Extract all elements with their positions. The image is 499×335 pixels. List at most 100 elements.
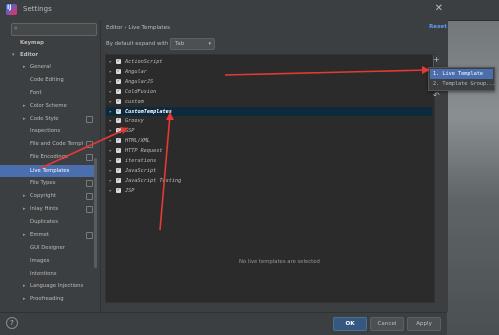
menu-item-template-group[interactable]: 2. Template Group... — [430, 79, 496, 89]
template-group-checkbox[interactable]: ✓ — [116, 98, 121, 104]
chevron-right-icon[interactable]: ▸ — [109, 107, 112, 117]
template-group-label: AngularJS — [125, 78, 154, 85]
template-group-checkbox[interactable]: ✓ — [116, 88, 121, 94]
template-group-checkbox[interactable]: ✓ — [116, 167, 121, 173]
menu-item-label: 1. Live Template — [433, 71, 483, 77]
cancel-button[interactable]: Cancel — [370, 317, 404, 331]
chevron-right-icon[interactable]: ▸ — [109, 176, 112, 186]
template-group-checkbox[interactable]: ✓ — [116, 187, 121, 193]
chevron-right-icon[interactable]: ▸ — [23, 229, 26, 241]
chevron-right-icon[interactable]: ▸ — [23, 280, 26, 292]
sidebar-item-label: Inspections — [30, 128, 61, 134]
template-group-label: Groovy — [125, 118, 144, 125]
template-group-row[interactable]: ▸ ✓ HTML/XML — [106, 136, 432, 146]
sidebar-item[interactable]: File Encodings — [0, 151, 95, 163]
expand-with-label: By default expand with — [106, 41, 169, 47]
chevron-right-icon[interactable]: ▸ — [109, 186, 112, 196]
chevron-right-icon[interactable]: ▸ — [109, 136, 112, 146]
chevron-right-icon[interactable]: ▸ — [109, 156, 112, 166]
template-group-checkbox[interactable]: ✓ — [116, 128, 121, 134]
template-group-row[interactable]: ▸ ✓ HTTP Request — [106, 146, 432, 156]
sidebar-item[interactable]: Font — [0, 87, 95, 99]
sidebar-item[interactable]: ▾ Editor — [0, 49, 95, 61]
settings-search-input[interactable]: ⌕ — [11, 23, 97, 36]
template-group-row[interactable]: ▸ ✓ JavaScript — [106, 166, 432, 176]
template-group-checkbox[interactable]: ✓ — [116, 177, 121, 183]
sidebar-item[interactable]: ▸ Emmet — [0, 229, 95, 241]
template-group-row[interactable]: ▸ ✓ GSP — [106, 126, 432, 136]
sidebar-item[interactable]: Code Editing — [0, 74, 95, 86]
sidebar-item-label: Images — [30, 258, 50, 264]
template-group-checkbox[interactable]: ✓ — [116, 78, 121, 84]
settings-window: Settings ✕ ⌕ Keymap ▾ Editor ▸ General Code E… — [0, 0, 499, 335]
template-group-checkbox[interactable]: ✓ — [116, 148, 121, 154]
sidebar-scrollbar[interactable] — [94, 158, 97, 268]
chevron-right-icon[interactable]: ▸ — [23, 293, 26, 305]
sidebar-item[interactable]: ▸ Code Style — [0, 113, 95, 125]
sidebar-item-label: Language Injections — [30, 283, 84, 289]
empty-message: No live templates are selected — [239, 259, 320, 265]
template-group-checkbox[interactable]: ✓ — [116, 158, 121, 163]
chevron-right-icon[interactable]: ▸ — [23, 113, 26, 125]
chevron-right-icon[interactable]: ▸ — [109, 166, 112, 176]
sidebar-item[interactable]: ▸ Inlay Hints — [0, 203, 95, 215]
sidebar-item[interactable]: ▸ Color Scheme — [0, 100, 95, 112]
template-group-row[interactable]: ▸ ✓ iterations — [106, 156, 432, 166]
chevron-down-icon: ▾ — [208, 41, 211, 47]
sidebar-item[interactable]: GUI Designer — [0, 242, 95, 254]
template-group-row[interactable]: ▸ ✓ JavaScript Testing — [106, 176, 432, 186]
expand-with-select[interactable]: Tab ▾ — [170, 38, 215, 50]
chevron-down-icon[interactable]: ▾ — [12, 49, 15, 61]
sidebar-item[interactable]: File and Code Templ — [0, 138, 95, 150]
add-icon[interactable]: + — [433, 55, 440, 64]
chevron-right-icon[interactable]: ▸ — [109, 67, 112, 77]
close-icon[interactable]: ✕ — [435, 3, 443, 14]
chevron-right-icon[interactable]: ▸ — [23, 190, 26, 202]
template-group-checkbox[interactable]: ✓ — [116, 108, 121, 114]
chevron-right-icon[interactable]: ▸ — [109, 77, 112, 87]
template-group-row[interactable]: ▸ ✓ CustomTemplates — [106, 106, 432, 117]
ok-button[interactable]: OK — [333, 317, 367, 331]
sidebar-item[interactable]: Images — [0, 255, 95, 267]
sidebar-item[interactable]: ▸ Proofreading — [0, 293, 95, 305]
sidebar-item[interactable]: Duplicates — [0, 216, 95, 228]
menu-item-live-template[interactable]: 1. Live Template — [430, 69, 493, 79]
project-settings-icon — [86, 116, 93, 123]
template-group-row[interactable]: ▸ ✓ JSP — [106, 186, 432, 196]
help-button[interactable]: ? — [6, 317, 18, 329]
chevron-right-icon[interactable]: ▸ — [109, 87, 112, 97]
chevron-right-icon[interactable]: ▸ — [109, 97, 112, 107]
template-group-row[interactable]: ▸ ✓ Groovy — [106, 116, 432, 126]
menu-item-label: 2. Template Group... — [433, 81, 496, 87]
sidebar-item[interactable]: ▸ Language Injections — [0, 280, 95, 292]
chevron-right-icon[interactable]: ▸ — [23, 100, 26, 112]
template-group-row[interactable]: ▸ ✓ ActionScript — [106, 57, 432, 67]
chevron-right-icon[interactable]: ▸ — [109, 57, 112, 67]
sidebar-item-label: Font — [30, 90, 42, 96]
chevron-right-icon[interactable]: ▸ — [109, 146, 112, 156]
template-group-row[interactable]: ▸ ✓ custom — [106, 97, 432, 107]
template-group-checkbox[interactable]: ✓ — [116, 138, 121, 144]
template-group-checkbox[interactable]: ✓ — [116, 68, 121, 74]
sidebar-item[interactable]: Inspections — [0, 125, 95, 137]
template-group-checkbox[interactable]: ✓ — [116, 59, 121, 64]
sidebar-item[interactable]: Intentions — [0, 268, 95, 280]
undo-icon[interactable]: ↶ — [433, 91, 440, 100]
template-group-label: HTML/XML — [125, 138, 150, 145]
template-group-row[interactable]: ▸ ✓ Angular — [106, 67, 432, 77]
template-group-checkbox[interactable]: ✓ — [116, 118, 121, 124]
sidebar-item[interactable]: Live Templates — [0, 165, 95, 177]
chevron-right-icon[interactable]: ▸ — [23, 203, 26, 215]
sidebar-item[interactable]: File Types — [0, 177, 95, 189]
chevron-right-icon[interactable]: ▸ — [109, 126, 112, 136]
sidebar-item[interactable]: Keymap — [0, 37, 95, 49]
chevron-right-icon[interactable]: ▸ — [23, 61, 26, 73]
template-group-row[interactable]: ▸ ✓ ColdFusion — [106, 87, 432, 97]
sidebar-item-label: Keymap — [20, 40, 44, 46]
template-group-row[interactable]: ▸ ✓ AngularJS — [106, 77, 432, 87]
sidebar-item[interactable]: ▸ General — [0, 61, 95, 73]
chevron-right-icon[interactable]: ▸ — [109, 116, 112, 126]
apply-button[interactable]: Apply — [407, 317, 441, 331]
reset-link[interactable]: Reset — [429, 24, 447, 30]
sidebar-item[interactable]: ▸ Copyright — [0, 190, 95, 202]
